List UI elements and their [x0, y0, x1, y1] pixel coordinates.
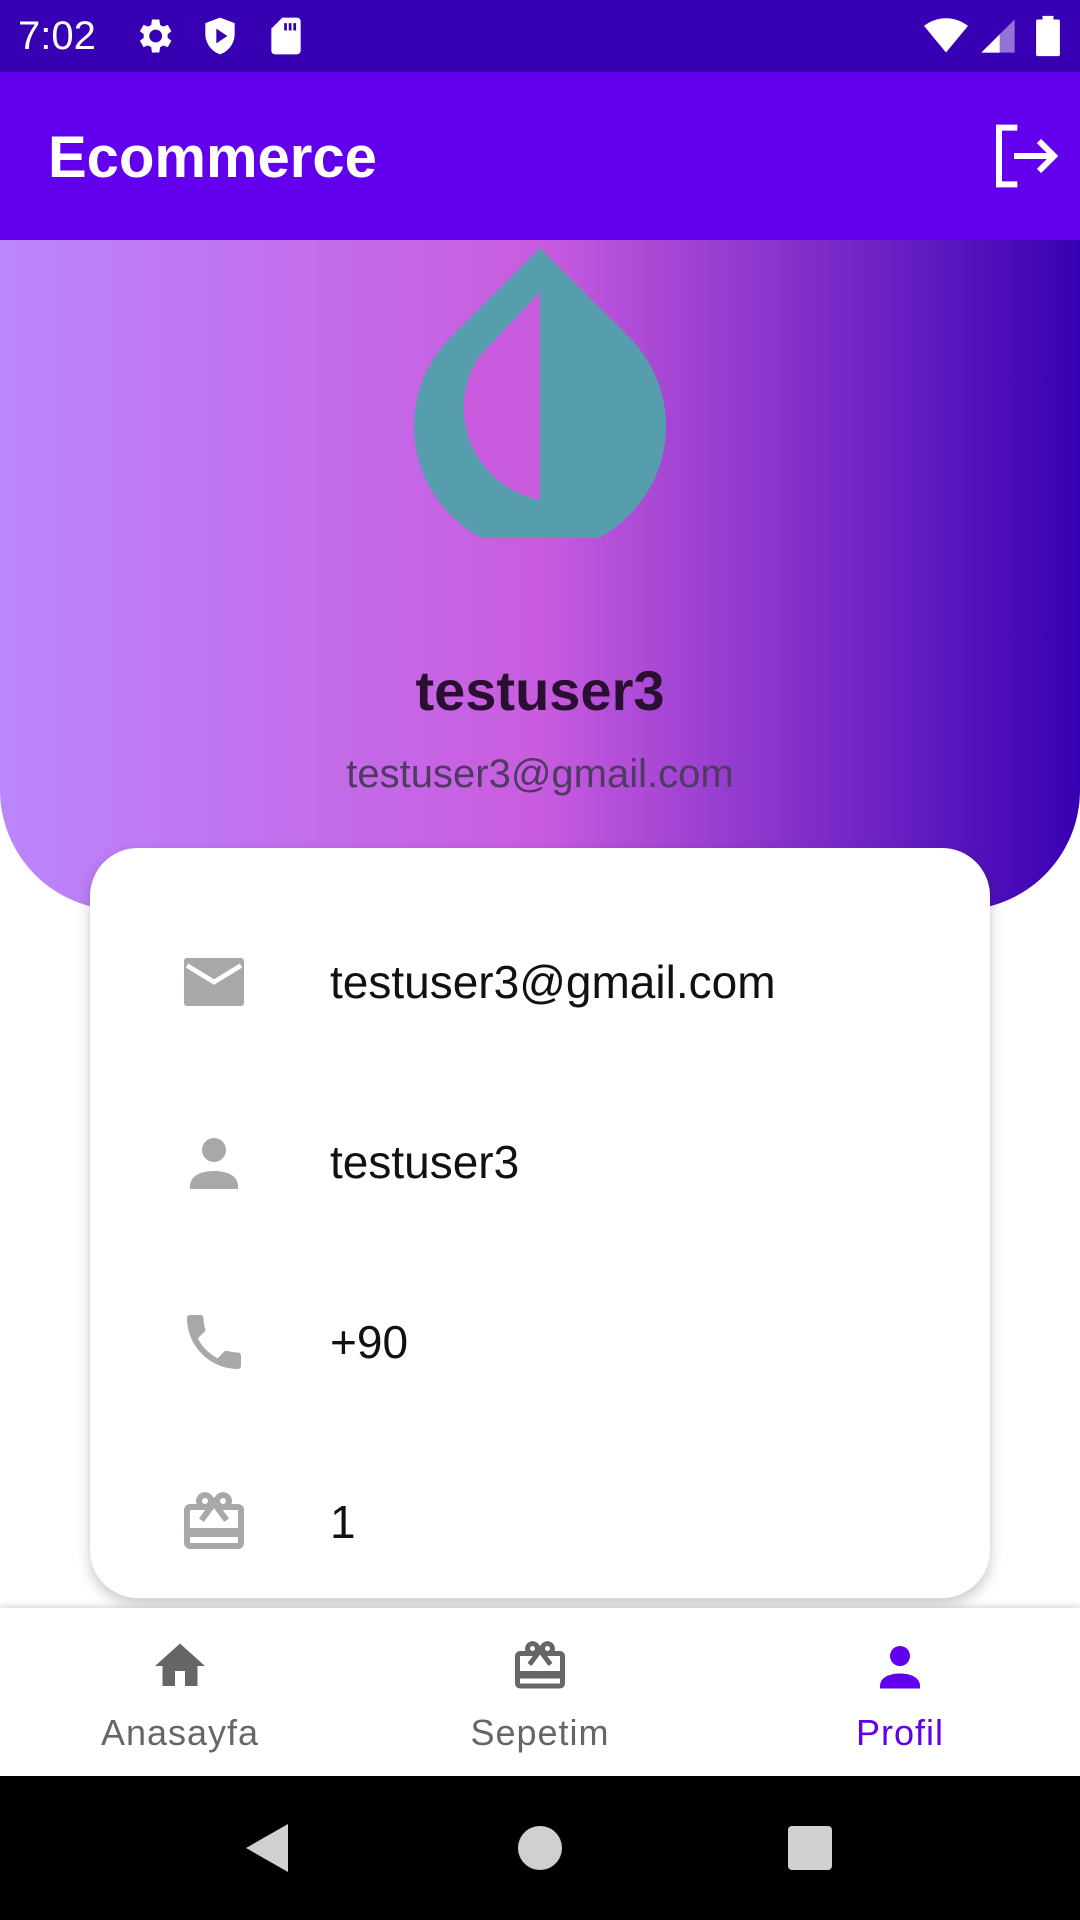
- profile-info-card: testuser3@gmail.com testuser3 +90 1: [90, 848, 990, 1598]
- gift-card-icon: [515, 1641, 565, 1689]
- nav-label-home: Anasayfa: [100, 1712, 260, 1753]
- logout-icon: [996, 124, 1059, 188]
- bottom-navigation: Anasayfa Sepetim Profil: [0, 1608, 1080, 1776]
- battery-icon: [1036, 15, 1060, 57]
- profile-username: testuser3: [415, 659, 665, 722]
- gift-card-icon: [184, 1492, 244, 1549]
- status-time: 7:02: [18, 14, 96, 58]
- email-icon: [184, 958, 244, 1006]
- recents-icon[interactable]: [778, 1816, 842, 1880]
- info-row-email: testuser3@gmail.com: [90, 932, 990, 1032]
- back-icon[interactable]: [236, 1816, 300, 1880]
- info-row-card: 1: [90, 1472, 990, 1572]
- nav-label-cart: Sepetim: [470, 1712, 610, 1753]
- home-circle-icon[interactable]: [508, 1816, 572, 1880]
- system-navigation-bar: [0, 1776, 1080, 1920]
- wifi-icon: [924, 18, 968, 53]
- app-bar: Ecommerce: [0, 72, 1080, 240]
- phone-icon: [187, 1315, 241, 1369]
- droplet-logo-icon: [414, 248, 666, 538]
- info-email-value: testuser3@gmail.com: [330, 956, 776, 1008]
- nav-item-home[interactable]: Anasayfa: [0, 1608, 360, 1776]
- settings-icon: [139, 19, 172, 53]
- info-row-username: testuser3: [90, 1112, 990, 1212]
- nav-label-profile: Profil: [855, 1712, 945, 1753]
- profile-email: testuser3@gmail.com: [346, 752, 734, 796]
- signal-icon: [981, 19, 1015, 53]
- profile-header: testuser3 testuser3@gmail.com: [0, 240, 1080, 910]
- nav-item-profile[interactable]: Profil: [720, 1608, 1080, 1776]
- home-icon: [155, 1643, 205, 1686]
- person-icon: [190, 1138, 238, 1189]
- info-phone-value: +90: [330, 1316, 409, 1368]
- info-username-value: testuser3: [330, 1136, 520, 1188]
- info-card-value: 1: [330, 1496, 356, 1548]
- shield-play-icon: [205, 17, 235, 55]
- status-bar: 7:02: [0, 0, 1080, 72]
- info-row-phone: +90: [90, 1292, 990, 1392]
- person-icon: [880, 1646, 920, 1689]
- app-title: Ecommerce: [48, 125, 377, 190]
- nav-item-cart[interactable]: Sepetim: [360, 1608, 720, 1776]
- logout-button[interactable]: [984, 116, 1064, 196]
- sd-card-icon: [271, 17, 301, 55]
